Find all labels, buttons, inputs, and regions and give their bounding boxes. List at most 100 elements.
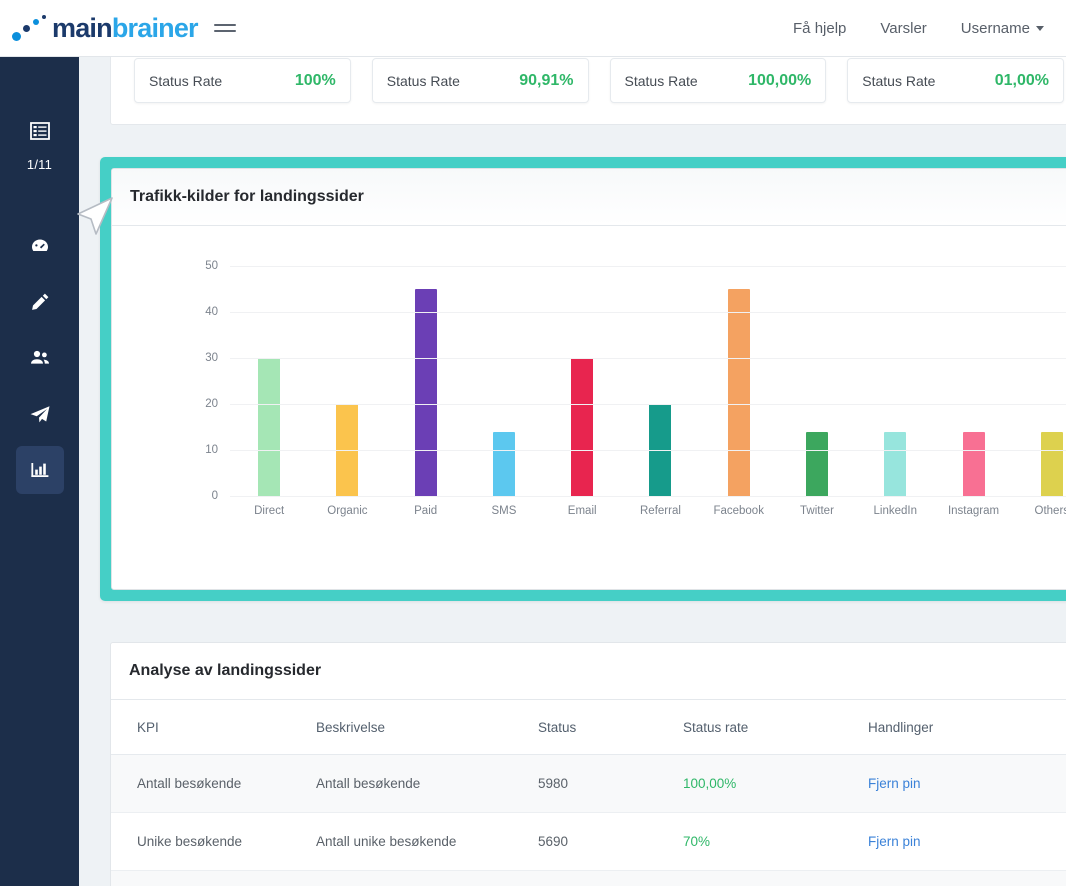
cell-kpi: Antall besøkende xyxy=(111,754,316,813)
bar-slot[interactable]: Twitter xyxy=(778,266,856,517)
table-row: Unike besøkende Antall unike besøkende 569… xyxy=(111,812,1066,871)
y-axis-tick-label: 0 xyxy=(211,490,218,502)
status-rate-label: Status Rate xyxy=(386,72,460,89)
status-rate-value: 01,00% xyxy=(994,71,1049,89)
chart-bar[interactable] xyxy=(727,289,750,496)
bar-series: Direct Organic Paid SMS Email Referral Faceboo… xyxy=(230,266,1066,517)
chart-bar[interactable] xyxy=(962,431,985,496)
cell-description: Antall unike besøkende xyxy=(316,812,538,871)
bar-slot[interactable]: Paid xyxy=(387,266,465,517)
x-axis-tick-label: SMS xyxy=(491,505,517,517)
y-axis-tick-label: 10 xyxy=(205,444,218,456)
bar-slot[interactable]: SMS xyxy=(465,266,543,517)
sidebar-item-dashboard[interactable] xyxy=(16,222,64,270)
grid-line: 50 xyxy=(205,260,1066,272)
top-navigation-bar: mainbrainer Få hjelp Varsler Username xyxy=(0,0,1066,57)
column-header-status: Status xyxy=(538,700,683,755)
chart-bar[interactable] xyxy=(1040,431,1063,496)
sidebar-item-users[interactable] xyxy=(16,334,64,382)
bar-slot[interactable]: Others xyxy=(1013,266,1066,517)
x-axis-tick-label: Direct xyxy=(254,505,285,517)
sidebar: 1/11 xyxy=(0,57,79,886)
cell-status: 6930 xyxy=(538,870,683,886)
grid-line: 30 xyxy=(205,352,1066,364)
y-axis-tick-label: 30 xyxy=(205,352,218,364)
traffic-sources-card: Trafikk-kilder for landingssider Direct O… xyxy=(111,168,1066,590)
x-axis-tick-label: Organic xyxy=(327,505,368,517)
grid-line: 40 xyxy=(205,306,1066,318)
cell-action-link[interactable]: Fjern pin xyxy=(868,754,1066,813)
chart-body: Direct Organic Paid SMS Email Referral Faceboo… xyxy=(112,226,1066,589)
brand-name-primary: main xyxy=(52,12,113,43)
column-header-description: Beskrivelse xyxy=(316,700,538,755)
grid-line: 10 xyxy=(205,444,1066,456)
status-rate-card: Status Rate 01,00% xyxy=(847,58,1064,103)
sidebar-item-analytics[interactable] xyxy=(15,446,64,494)
bar-slot[interactable]: LinkedIn xyxy=(856,266,934,517)
status-rate-card: Status Rate 90,91% xyxy=(371,58,589,103)
cell-action-link[interactable]: Fjern pin xyxy=(868,812,1066,871)
chart-bar[interactable] xyxy=(492,431,515,496)
chart-bar[interactable] xyxy=(258,358,281,496)
landing-page-analysis-card: Analyse av landingssider KPI Beskrivelse… xyxy=(110,642,1066,886)
x-axis-tick-label: Twitter xyxy=(800,505,834,517)
top-nav-links: Få hjelp Varsler Username xyxy=(793,20,1044,37)
x-axis-tick-label: Others xyxy=(1034,505,1066,517)
column-header-status-rate: Status rate xyxy=(683,700,868,755)
chart-bar[interactable] xyxy=(805,431,828,496)
nav-link-username[interactable]: Username xyxy=(961,20,1044,37)
gauge-icon xyxy=(31,239,48,251)
bar-slot[interactable]: Email xyxy=(543,266,621,517)
username-label: Username xyxy=(960,19,1030,37)
nav-link-help[interactable]: Få hjelp xyxy=(793,20,846,37)
x-axis-tick-label: Paid xyxy=(414,505,438,517)
chart-bar[interactable] xyxy=(884,431,907,496)
cell-status-rate: 70% xyxy=(683,812,868,871)
x-axis-tick-label: Instagram xyxy=(947,505,1000,517)
users-icon xyxy=(30,350,49,364)
status-rate-label: Status Rate xyxy=(862,72,936,89)
bar-slot[interactable]: Direct xyxy=(230,266,308,517)
x-axis-tick-label: Facebook xyxy=(713,505,764,517)
status-rate-card: Status Rate 100,00% xyxy=(609,58,827,103)
status-rate-label: Status Rate xyxy=(624,72,698,89)
chart-bar[interactable] xyxy=(414,289,437,496)
status-rate-value: 100,00% xyxy=(748,71,812,89)
brand-logo[interactable]: mainbrainer xyxy=(10,12,199,44)
bar-slot[interactable]: Organic xyxy=(308,266,386,517)
cell-status: 5690 xyxy=(538,812,683,871)
sidebar-item-edit[interactable] xyxy=(16,278,64,326)
pencil-icon xyxy=(31,293,48,310)
x-axis-tick-label: LinkedIn xyxy=(873,505,917,517)
table-header: KPI Beskrivelse Status Status rate Handl… xyxy=(111,700,1066,755)
list-icon xyxy=(29,122,50,140)
chart-bar[interactable] xyxy=(571,358,594,496)
chevron-down-icon xyxy=(1036,25,1044,31)
table-row: SidevisningerAntall sidevisninger693080%… xyxy=(111,870,1066,886)
table-card-header: Analyse av landingssider xyxy=(111,643,1066,700)
grid-line: 20 xyxy=(205,398,1066,410)
status-rate-value: 100% xyxy=(294,71,336,89)
status-rate-card: Status Rate 100% xyxy=(134,58,351,103)
cell-kpi: Sidevisninger xyxy=(111,870,316,886)
table-body: Antall besøkende Antall besøkende 5980 100,… xyxy=(111,754,1066,886)
sidebar-counter: 1/11 xyxy=(26,157,53,172)
bar-slot[interactable]: Referral xyxy=(621,266,699,517)
cell-status-rate: 80% xyxy=(683,870,868,886)
hamburger-icon[interactable] xyxy=(213,19,236,37)
chart-widget-highlight[interactable]: Trafikk-kilder for landingssider Direct O… xyxy=(100,157,1066,601)
nav-link-notifications[interactable]: Varsler xyxy=(880,20,926,37)
column-header-actions: Handlinger xyxy=(868,700,1066,755)
main-content: Status Rate 100% Status Rate 90,91% Stat… xyxy=(79,57,1066,886)
bar-slot[interactable]: Instagram xyxy=(934,266,1012,517)
sidebar-item-send[interactable] xyxy=(16,390,64,438)
bar-chart-icon xyxy=(30,463,48,477)
logo-dots-icon xyxy=(10,14,52,42)
status-rate-strip: Status Rate 100% Status Rate 90,91% Stat… xyxy=(110,57,1066,125)
bar-slot[interactable]: Facebook xyxy=(700,266,778,517)
cell-action-link[interactable]: Pin xyxy=(868,870,1066,886)
cell-status-rate: 100,00% xyxy=(683,754,868,813)
chart-card-header: Trafikk-kilder for landingssider xyxy=(112,169,1066,226)
sidebar-item-list[interactable] xyxy=(16,107,64,155)
paper-plane-icon xyxy=(30,406,49,423)
